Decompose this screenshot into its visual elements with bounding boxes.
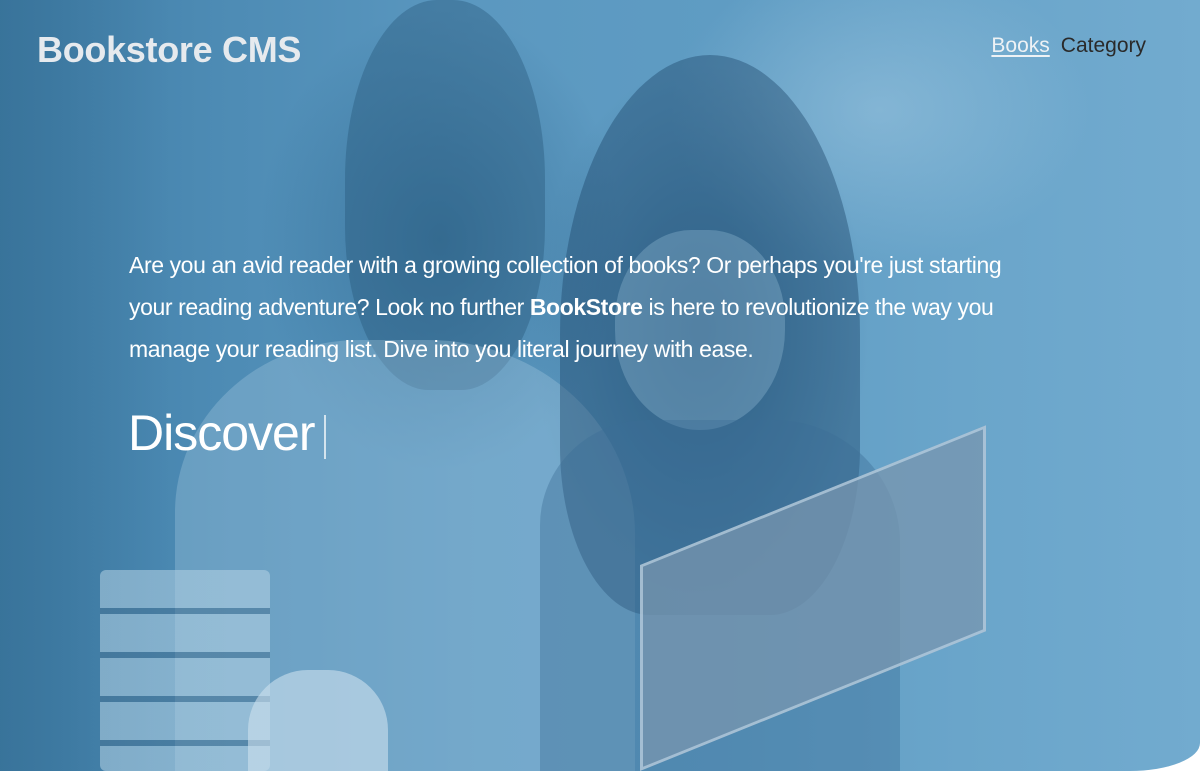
typewriter-heading: Discover <box>128 404 327 462</box>
nav-link-books[interactable]: Books <box>991 34 1049 58</box>
site-logo[interactable]: Bookstore CMS <box>37 29 301 71</box>
main-nav: Books Category <box>991 34 1146 58</box>
photo-book-stack <box>100 570 270 771</box>
hero-intro-brand: BookStore <box>529 294 643 320</box>
typewriter-cursor <box>324 415 327 459</box>
nav-link-category[interactable]: Category <box>1061 34 1146 58</box>
photo-cup <box>248 670 388 771</box>
typewriter-word: Discover <box>128 405 315 461</box>
hero-section: Bookstore CMS Books Category Are you an … <box>0 0 1200 771</box>
hero-intro-text: Are you an avid reader with a growing co… <box>129 244 1049 370</box>
